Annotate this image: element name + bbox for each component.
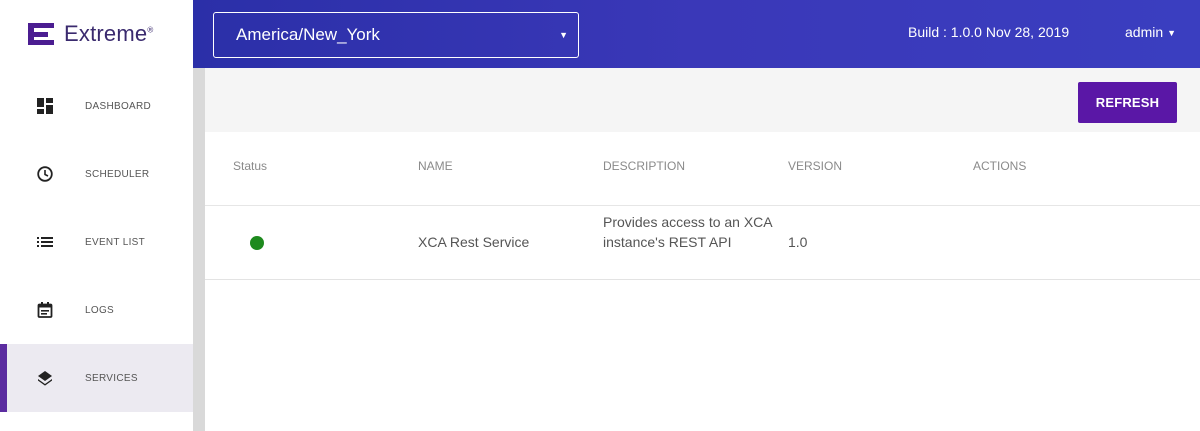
- timezone-select[interactable]: America/New_York ▼: [213, 12, 579, 58]
- sidebar-item-label: LOGS: [85, 304, 114, 316]
- chevron-down-icon: ▼: [559, 30, 568, 40]
- table-header: Status NAME DESCRIPTION VERSION ACTIONS: [205, 132, 1200, 206]
- service-name: XCA Rest Service: [418, 234, 530, 250]
- column-header-version[interactable]: VERSION: [788, 159, 842, 173]
- clock-icon: [37, 166, 53, 182]
- sidebar-item-dashboard[interactable]: DASHBOARD: [0, 72, 193, 140]
- panel-toolbar: REFRESH: [205, 68, 1200, 132]
- column-header-status[interactable]: Status: [233, 159, 267, 173]
- sidebar: Extreme® DASHBOARD SCHEDULER EVENT LIST …: [0, 0, 193, 431]
- column-header-description[interactable]: DESCRIPTION: [603, 159, 685, 173]
- sidebar-item-scheduler[interactable]: SCHEDULER: [0, 140, 193, 208]
- refresh-button[interactable]: REFRESH: [1078, 82, 1177, 123]
- dashboard-icon: [37, 98, 53, 114]
- list-icon: [37, 237, 53, 247]
- user-menu[interactable]: admin ▼: [1125, 24, 1176, 40]
- top-bar: America/New_York ▼ Build : 1.0.0 Nov 28,…: [193, 0, 1200, 68]
- sidebar-item-label: EVENT LIST: [85, 236, 146, 248]
- table-row[interactable]: XCA Rest Service Provides access to an X…: [205, 206, 1200, 280]
- sidebar-item-label: DASHBOARD: [85, 100, 152, 112]
- brand-logo[interactable]: Extreme®: [0, 0, 193, 68]
- sidebar-item-logs[interactable]: LOGS: [0, 276, 193, 344]
- timezone-value: America/New_York: [236, 25, 380, 44]
- extreme-logo-icon: [28, 23, 54, 45]
- services-panel: REFRESH Status NAME DESCRIPTION VERSION …: [205, 68, 1200, 431]
- content-gutter: [193, 68, 205, 431]
- username: admin: [1125, 24, 1164, 40]
- sidebar-item-label: SERVICES: [85, 372, 138, 384]
- calendar-icon: [37, 302, 53, 318]
- sidebar-item-event-list[interactable]: EVENT LIST: [0, 208, 193, 276]
- sidebar-item-services[interactable]: SERVICES: [0, 344, 193, 412]
- column-header-actions: ACTIONS: [973, 159, 1027, 173]
- caret-down-icon: ▼: [1167, 28, 1177, 39]
- status-indicator: [250, 236, 264, 250]
- build-info: Build : 1.0.0 Nov 28, 2019: [908, 24, 1070, 40]
- service-version: 1.0: [788, 234, 808, 250]
- layers-icon: [38, 371, 52, 386]
- sidebar-nav: DASHBOARD SCHEDULER EVENT LIST LOGS SERV…: [0, 72, 193, 412]
- brand-name: Extreme®: [64, 21, 154, 46]
- services-table: Status NAME DESCRIPTION VERSION ACTIONS …: [205, 132, 1200, 280]
- column-header-name[interactable]: NAME: [418, 159, 453, 173]
- service-description: Provides access to an XCA instance's RES…: [603, 214, 772, 250]
- sidebar-item-label: SCHEDULER: [85, 168, 150, 180]
